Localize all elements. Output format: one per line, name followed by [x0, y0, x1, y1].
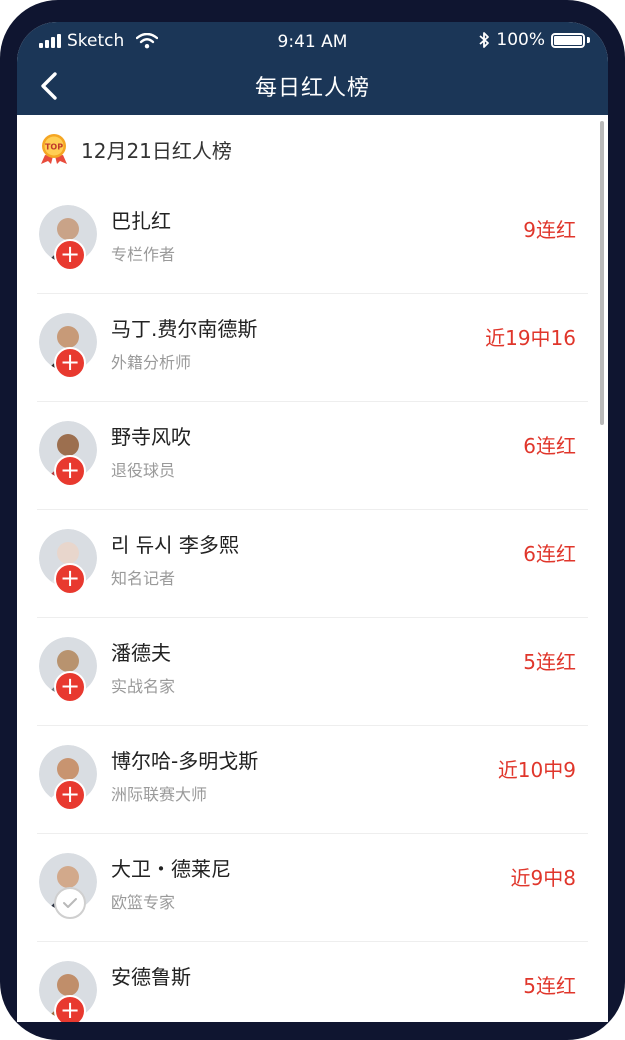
user-name: 巴扎红 — [111, 209, 171, 233]
app-header: Sketch 9:41 AM 100% 每日红人榜 — [17, 22, 608, 115]
follow-button[interactable]: + — [54, 995, 86, 1022]
battery-percent: 100% — [496, 30, 545, 50]
streak-record: 9连红 — [523, 218, 576, 242]
user-name: 博尔哈-多明戈斯 — [111, 749, 259, 773]
follow-button[interactable]: + — [54, 779, 86, 811]
check-icon — [63, 898, 77, 908]
section-title: 12月21日红人榜 — [81, 138, 232, 163]
follow-button[interactable]: + — [54, 563, 86, 595]
list-item-1[interactable]: + 巴扎红 专栏作者 9连红 — [37, 185, 588, 294]
follow-button[interactable]: + — [54, 455, 86, 487]
streak-record: 6连红 — [523, 542, 576, 566]
streak-record: 近19中16 — [485, 326, 576, 350]
battery-icon — [551, 32, 585, 48]
list-item-8[interactable]: + 安德鲁斯 5连红 — [37, 941, 588, 1022]
user-name: 潘德夫 — [111, 641, 171, 665]
top-badge-icon: TOP — [41, 134, 67, 164]
user-name: 大卫・德莱尼 — [111, 857, 231, 881]
streak-record: 5连红 — [523, 974, 576, 998]
user-title: 洲际联赛大师 — [111, 785, 208, 804]
navigation-bar: 每日红人榜 — [17, 62, 608, 115]
user-name: 리 듀시 李多熙 — [111, 533, 239, 557]
streak-record: 近10中9 — [497, 758, 576, 782]
streak-record: 6连红 — [523, 434, 576, 458]
user-title: 欧篮专家 — [111, 893, 176, 912]
user-name: 野寺风吹 — [111, 425, 191, 449]
follow-button[interactable]: + — [54, 239, 86, 271]
list-item-2[interactable]: + 马丁.费尔南德斯 外籍分析师 近19中16 — [37, 293, 588, 402]
page-title: 每日红人榜 — [254, 76, 370, 101]
user-title: 外籍分析师 — [111, 353, 192, 372]
user-title: 实战名家 — [111, 677, 176, 696]
battery-tip — [587, 37, 590, 43]
user-title: 退役球员 — [111, 461, 176, 480]
followed-check-button[interactable] — [54, 887, 86, 919]
list-item-5[interactable]: + 潘德夫 实战名家 5连红 — [37, 617, 588, 726]
user-name: 安德鲁斯 — [111, 965, 191, 989]
ranking-content: TOP 12月21日红人榜 + 巴扎红 专栏作者 9连红 + 马丁.费尔南德斯 … — [17, 115, 608, 1022]
badge-text: TOP — [45, 143, 63, 152]
list-item-6[interactable]: + 博尔哈-多明戈斯 洲际联赛大师 近10中9 — [37, 725, 588, 834]
scrollbar[interactable] — [600, 121, 604, 425]
follow-button[interactable]: + — [54, 347, 86, 379]
section-header: TOP 12月21日红人榜 — [39, 131, 232, 167]
user-title: 知名记者 — [111, 569, 176, 588]
user-title: 专栏作者 — [111, 245, 176, 264]
status-bar: Sketch 9:41 AM 100% — [17, 22, 608, 62]
list-item-4[interactable]: + 리 듀시 李多熙 知名记者 6连红 — [37, 509, 588, 618]
status-right: 100% — [478, 30, 590, 50]
follow-button[interactable]: + — [54, 671, 86, 703]
list-item-7[interactable]: 大卫・德莱尼 欧篮专家 近9中8 — [37, 833, 588, 942]
bluetooth-icon — [479, 32, 490, 48]
app-screen: Sketch 9:41 AM 100% 每日红人榜 TOP 12月21日红人榜 … — [17, 22, 608, 1022]
streak-record: 近9中8 — [510, 866, 576, 890]
list-item-3[interactable]: + 野寺风吹 退役球员 6连红 — [37, 401, 588, 510]
user-name: 马丁.费尔南德斯 — [111, 317, 258, 341]
streak-record: 5连红 — [523, 650, 576, 674]
